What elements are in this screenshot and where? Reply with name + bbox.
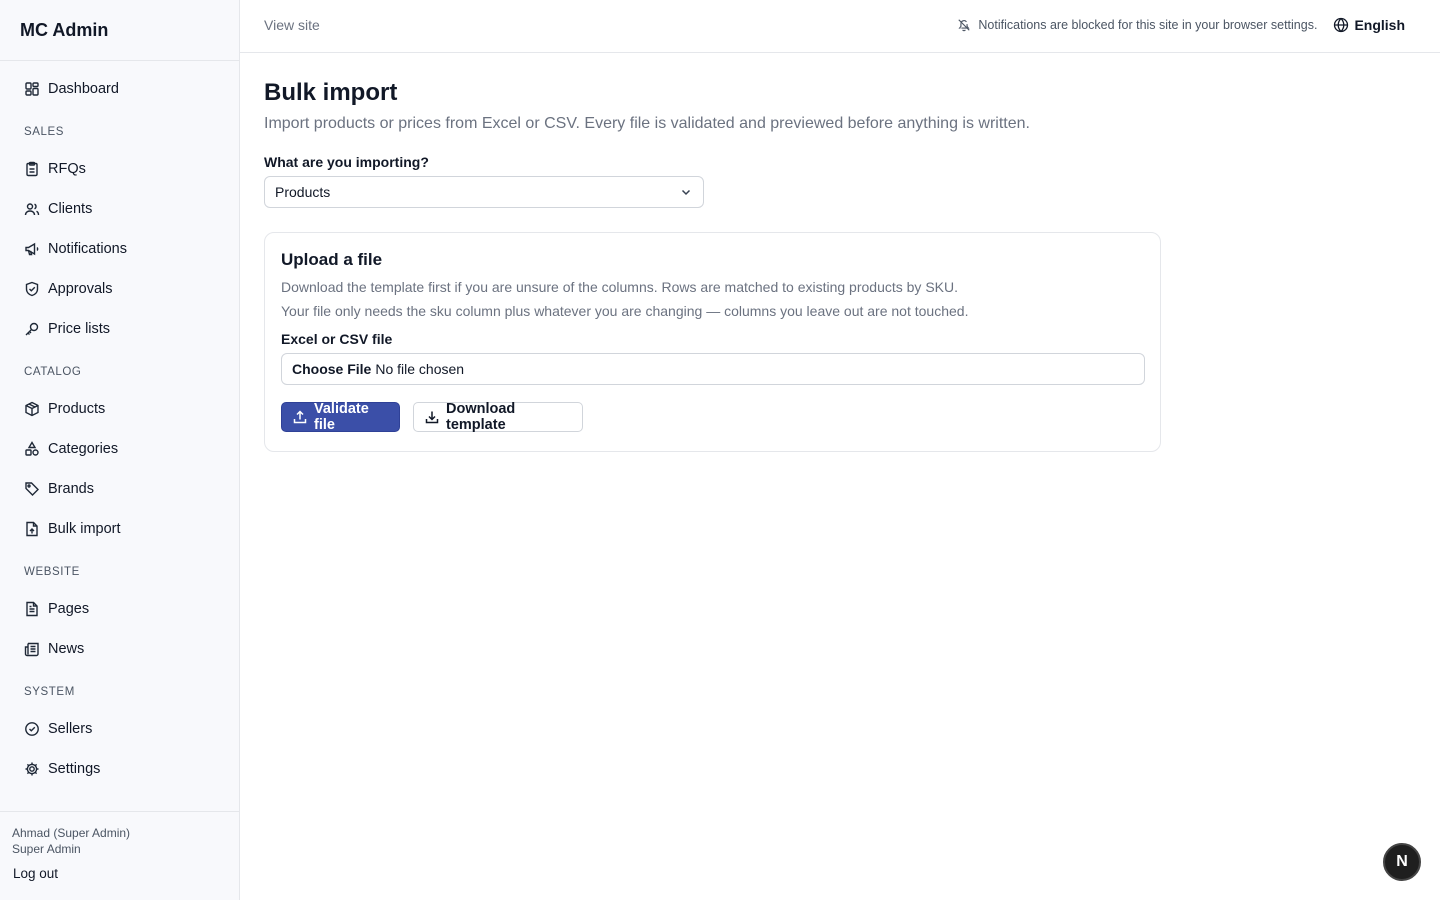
sidebar-item-label: Brands [48, 481, 94, 497]
sidebar-item-label: Dashboard [48, 81, 119, 97]
nextjs-devtools-button[interactable]: N [1383, 843, 1421, 881]
sidebar-item-label: Bulk import [48, 521, 121, 537]
bell-off-icon [957, 18, 971, 32]
language-label: English [1354, 17, 1405, 33]
user-role: Super Admin [12, 842, 81, 856]
import-type-select[interactable]: Products [264, 176, 704, 208]
sidebar-item-dashboard[interactable]: Dashboard [12, 69, 227, 109]
sidebar-item-label: Pages [48, 601, 90, 617]
sidebar-item-price-lists[interactable]: Price lists [12, 309, 227, 349]
sidebar-item-label: Clients [48, 201, 93, 217]
sidebar-item-categories[interactable]: Categories [12, 429, 227, 469]
sidebar-item-settings[interactable]: Settings [12, 749, 227, 789]
notification-blocked-notice: Notifications are blocked for this site … [957, 18, 1317, 32]
tag-icon [24, 481, 40, 497]
sidebar-item-label: Sellers [48, 721, 93, 737]
topbar-right: Notifications are blocked for this site … [957, 17, 1405, 33]
upload-card: Upload a file Download the template firs… [264, 232, 1161, 452]
sidebar-item-notifications[interactable]: Notifications [12, 229, 227, 269]
file-input-label: Excel or CSV file [281, 331, 393, 347]
key-icon [24, 321, 40, 337]
sidebar-item-label: RFQs [48, 161, 86, 177]
page-subtitle: Import products or prices from Excel or … [264, 115, 1030, 132]
section-label-system: SYSTEM [24, 686, 75, 698]
sidebar-item-label: Approvals [48, 281, 113, 297]
chevron-down-icon [679, 185, 693, 199]
sidebar-item-label: Notifications [48, 241, 127, 257]
sidebar-item-products[interactable]: Products [12, 389, 227, 429]
sidebar: MC Admin Dashboard SALES RFQs Clients No… [0, 0, 240, 900]
file-input[interactable]: Choose File No file chosen [281, 353, 1145, 385]
clipboard-icon [24, 161, 40, 177]
sidebar-item-bulk-import[interactable]: Bulk import [12, 509, 227, 549]
file-status-text: No file chosen [375, 361, 465, 377]
newspaper-icon [24, 641, 40, 657]
page-content: Bulk import Import products or prices fr… [240, 53, 1440, 452]
sidebar-item-brands[interactable]: Brands [12, 469, 227, 509]
logout-link[interactable]: Log out [12, 866, 227, 881]
download-icon [424, 409, 440, 425]
section-label-sales: SALES [24, 126, 65, 138]
upload-card-description: Download the template first if you are u… [281, 275, 1144, 323]
choose-file-button[interactable]: Choose File [292, 361, 371, 377]
sidebar-item-approvals[interactable]: Approvals [12, 269, 227, 309]
language-switcher[interactable]: English [1333, 17, 1405, 33]
brand-logo[interactable]: MC Admin [0, 0, 239, 61]
view-site-link[interactable]: View site [264, 17, 320, 33]
megaphone-icon [24, 241, 40, 257]
dashboard-icon [24, 81, 40, 97]
sidebar-item-label: News [48, 641, 85, 657]
notice-text: Notifications are blocked for this site … [978, 18, 1318, 32]
file-text-icon [24, 601, 40, 617]
section-label-catalog: CATALOG [24, 366, 82, 378]
download-template-button[interactable]: Download template [413, 401, 583, 433]
main-content: View site Notifications are blocked for … [240, 0, 1440, 900]
upload-card-title: Upload a file [281, 250, 383, 269]
sidebar-footer: Ahmad (Super Admin) Super Admin Log out [0, 811, 239, 900]
upload-icon [292, 409, 308, 425]
globe-icon [1333, 17, 1349, 33]
shapes-icon [24, 441, 40, 457]
app-root: MC Admin Dashboard SALES RFQs Clients No… [0, 0, 1440, 900]
sidebar-item-news[interactable]: News [12, 629, 227, 669]
validate-file-label: Validate file [314, 401, 369, 433]
upload-desc-line-1: Download the template first if you are u… [281, 279, 958, 295]
sidebar-item-label: Settings [48, 761, 101, 777]
sidebar-item-label: Categories [48, 441, 119, 457]
page-title: Bulk import [264, 79, 398, 106]
sidebar-nav: Dashboard SALES RFQs Clients Notificatio… [0, 61, 239, 789]
sidebar-item-label: Products [48, 401, 106, 417]
box-icon [24, 401, 40, 417]
badge-check-icon [24, 721, 40, 737]
section-label-website: WEBSITE [24, 566, 80, 578]
import-type-value: Products [275, 184, 331, 200]
topbar: View site Notifications are blocked for … [240, 0, 1440, 53]
sidebar-item-sellers[interactable]: Sellers [12, 709, 227, 749]
user-name: Ahmad (Super Admin) [12, 826, 131, 840]
upload-desc-line-2: Your file only needs the sku column plus… [281, 303, 969, 319]
sidebar-item-pages[interactable]: Pages [12, 589, 227, 629]
sidebar-item-label: Price lists [48, 321, 111, 337]
download-template-label: Download template [446, 401, 516, 433]
upload-actions: Validate file Download template [281, 401, 1144, 433]
gear-icon [24, 761, 40, 777]
file-upload-icon [24, 521, 40, 537]
import-type-label: What are you importing? [264, 154, 429, 170]
users-icon [24, 201, 40, 217]
sidebar-item-clients[interactable]: Clients [12, 189, 227, 229]
shield-check-icon [24, 281, 40, 297]
sidebar-item-rfqs[interactable]: RFQs [12, 149, 227, 189]
validate-file-button[interactable]: Validate file [281, 401, 400, 433]
